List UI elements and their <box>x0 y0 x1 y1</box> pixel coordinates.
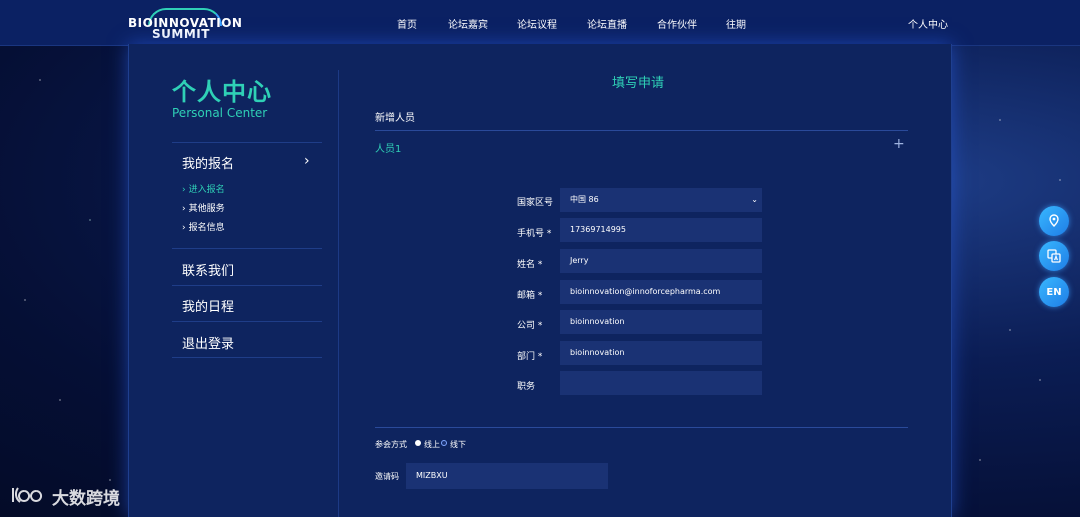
section-divider <box>375 130 908 131</box>
add-person-icon[interactable]: + <box>893 137 905 151</box>
attend-mode-label: 参会方式 <box>375 440 407 449</box>
sidebar-item-logout[interactable]: 退出登录 <box>182 333 234 352</box>
nav-item-past[interactable]: 往期 <box>726 16 746 31</box>
nav-item-guests[interactable]: 论坛嘉宾 <box>448 16 488 31</box>
radio-online-label[interactable]: 线上 <box>424 439 440 450</box>
person-tab[interactable]: 人员1 <box>375 140 401 155</box>
field-label-department: 部门 * <box>517 352 543 362</box>
subitem-label: 报名信息 <box>188 223 225 233</box>
section-title: 新增人员 <box>375 113 415 124</box>
radio-offline-label[interactable]: 线下 <box>450 439 466 450</box>
invite-code-field[interactable]: MIZBXU <box>406 463 608 489</box>
chevron-right-icon: › <box>182 204 186 214</box>
form-title: 填写申请 <box>612 76 665 91</box>
name-field[interactable]: Jerry <box>560 249 762 273</box>
nav-item-live[interactable]: 论坛直播 <box>587 16 627 31</box>
country-code-select[interactable]: 中国 86 ⌄ <box>560 188 762 212</box>
menu-divider <box>172 285 322 286</box>
language-en-button[interactable]: EN <box>1039 277 1069 307</box>
subitem-label: 进入报名 <box>188 185 225 195</box>
phone-field[interactable]: 17369714995 <box>560 218 762 242</box>
section-divider <box>375 427 908 428</box>
sidebar-subitem-enter-registration[interactable]: › 进入报名 <box>182 182 225 195</box>
sidebar-subitem-other-services[interactable]: › 其他服务 <box>182 201 225 214</box>
field-label-company: 公司 * <box>517 321 543 331</box>
sidebar-subtitle: Personal Center <box>172 106 268 120</box>
chevron-right-icon[interactable]: › <box>304 153 310 169</box>
menu-divider <box>172 142 322 143</box>
translate-button[interactable] <box>1039 241 1069 271</box>
sidebar-item-contact[interactable]: 联系我们 <box>182 260 234 279</box>
chevron-right-icon: › <box>182 223 186 233</box>
radio-offline[interactable] <box>441 440 447 446</box>
field-label-phone: 手机号 * <box>517 229 552 239</box>
sidebar-title: 个人中心 <box>172 78 272 106</box>
nav-item-partners[interactable]: 合作伙伴 <box>657 16 697 31</box>
field-label-position: 职务 <box>517 382 536 392</box>
chevron-down-icon: ⌄ <box>751 195 758 204</box>
logo-line2: SUMMIT <box>152 27 210 41</box>
watermark-logo-icon <box>12 487 43 503</box>
nav-item-agenda[interactable]: 论坛议程 <box>517 16 557 31</box>
country-code-value: 中国 86 <box>570 195 599 204</box>
menu-divider <box>172 248 322 249</box>
field-label-email: 邮箱 * <box>517 291 543 301</box>
company-field[interactable]: bioinnovation <box>560 310 762 334</box>
invite-code-label: 邀请码 <box>375 472 399 481</box>
email-field[interactable]: bioinnovation@innoforcepharma.com <box>560 280 762 304</box>
subitem-label: 其他服务 <box>188 204 225 214</box>
field-label-country-code: 国家区号 <box>517 198 554 208</box>
sidebar-item-my-registration[interactable]: 我的报名 <box>182 153 234 172</box>
menu-divider <box>172 321 322 322</box>
map-pin-icon <box>1049 214 1059 227</box>
position-field[interactable] <box>560 371 762 395</box>
top-nav: BIOINNOVATION SUMMIT 首页 论坛嘉宾 论坛议程 论坛直播 合… <box>0 0 1080 46</box>
site-logo[interactable]: BIOINNOVATION SUMMIT <box>128 6 242 41</box>
nav-item-home[interactable]: 首页 <box>397 16 417 31</box>
chevron-right-icon: › <box>182 185 186 195</box>
map-pin-button[interactable] <box>1039 206 1069 236</box>
department-field[interactable]: bioinnovation <box>560 341 762 365</box>
sidebar-item-schedule[interactable]: 我的日程 <box>182 296 234 315</box>
panel-divider <box>338 70 339 517</box>
field-label-name: 姓名 * <box>517 260 543 270</box>
radio-online[interactable] <box>415 440 421 446</box>
translate-icon <box>1047 249 1061 263</box>
watermark-text: 大数跨境 <box>52 489 120 509</box>
nav-user-center[interactable]: 个人中心 <box>908 16 948 31</box>
sidebar-subitem-registration-info[interactable]: › 报名信息 <box>182 220 225 233</box>
menu-divider <box>172 357 322 358</box>
